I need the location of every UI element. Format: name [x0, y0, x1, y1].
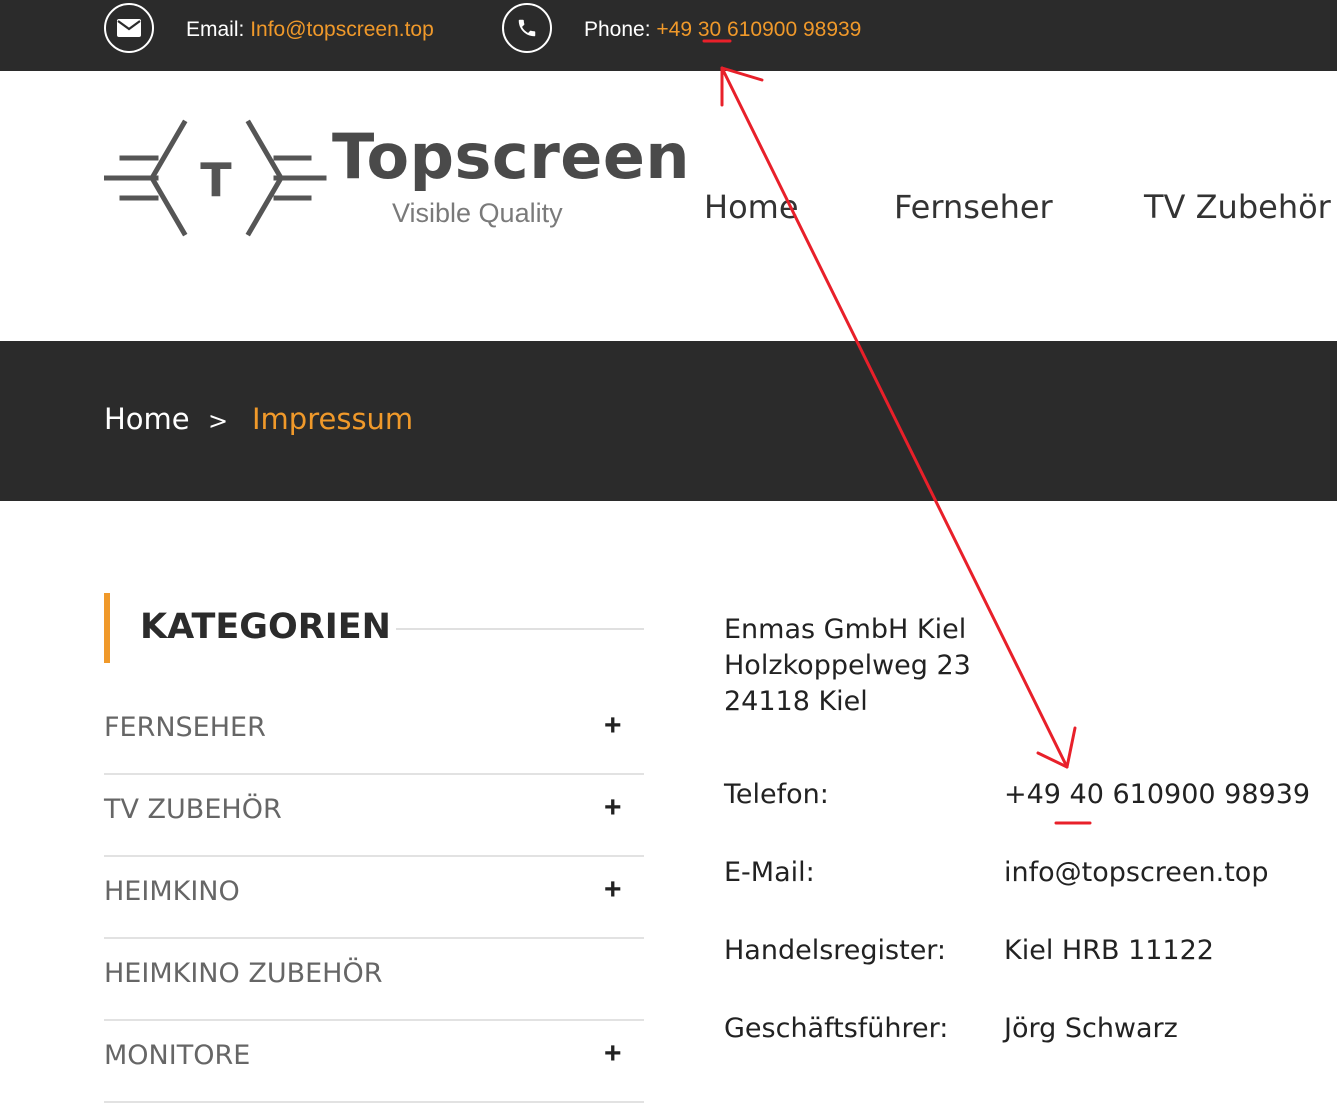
telefon-label: Telefon: — [724, 779, 829, 810]
register-label: Handelsregister: — [724, 935, 947, 966]
site-logo[interactable]: T Topscreen Visible Quality — [104, 118, 690, 243]
logo-monogram: T — [200, 153, 232, 207]
category-item-fernseher[interactable]: FERNSEHER + — [104, 693, 644, 775]
expand-plus-icon[interactable]: + — [604, 873, 622, 907]
category-label: HEIMKINO — [104, 876, 240, 907]
register-value: Kiel HRB 11122 — [1004, 935, 1214, 966]
category-item-heimkino-zubehoer[interactable]: HEIMKINO ZUBEHÖR — [104, 939, 644, 1021]
breadcrumb-current: Impressum — [252, 402, 414, 436]
telefon-value: +49 40 610900 98939 — [1004, 779, 1311, 810]
manager-value: Jörg Schwarz — [1004, 1013, 1178, 1044]
breadcrumb-separator: > — [208, 407, 229, 435]
expand-plus-icon[interactable]: + — [604, 791, 622, 825]
brand-name: Topscreen — [332, 120, 691, 193]
logo-mark-icon: T — [104, 119, 327, 237]
email-label: E-Mail: — [724, 857, 815, 888]
email-contact: Email: Info@topscreen.top — [186, 18, 434, 42]
company-name: Enmas GmbH Kiel — [724, 614, 967, 645]
category-heading: KATEGORIEN — [140, 607, 391, 647]
annotation-arrowhead-top — [720, 66, 764, 107]
expand-plus-icon[interactable]: + — [604, 1037, 622, 1071]
phone-prefix: Phone: — [584, 18, 657, 41]
email-value[interactable]: info@topscreen.top — [1004, 857, 1268, 888]
phone-icon — [502, 3, 552, 53]
breadcrumb-band — [0, 341, 1337, 501]
category-label: HEIMKINO ZUBEHÖR — [104, 958, 383, 989]
category-item-monitore[interactable]: MONITORE + — [104, 1021, 644, 1103]
brand-tagline: Visible Quality — [392, 198, 563, 228]
category-item-tv-zubehoer[interactable]: TV ZUBEHÖR + — [104, 775, 644, 857]
expand-plus-icon[interactable]: + — [604, 709, 622, 743]
category-item-heimkino[interactable]: HEIMKINO + — [104, 857, 644, 939]
annotation-arrowhead-bottom — [1036, 726, 1077, 769]
breadcrumb-home[interactable]: Home — [104, 402, 190, 436]
email-link[interactable]: Info@topscreen.top — [250, 18, 434, 41]
company-city: 24118 Kiel — [724, 686, 868, 717]
email-prefix: Email: — [186, 18, 251, 41]
category-label: FERNSEHER — [104, 712, 266, 743]
company-street: Holzkoppelweg 23 — [724, 650, 971, 681]
category-label: MONITORE — [104, 1040, 251, 1071]
category-label: TV ZUBEHÖR — [104, 794, 282, 825]
nav-fernseher[interactable]: Fernseher — [894, 188, 1053, 226]
category-accent-bar — [104, 593, 110, 663]
nav-home[interactable]: Home — [704, 188, 799, 226]
top-contact-bar: Email: Info@topscreen.top Phone: +49 30 … — [0, 0, 1337, 71]
phone-contact: Phone: +49 30 610900 98939 — [584, 18, 861, 42]
manager-label: Geschäftsführer: — [724, 1013, 949, 1044]
heading-divider — [396, 628, 644, 630]
phone-link[interactable]: +49 30 610900 98939 — [656, 18, 861, 41]
nav-tv-zubehoer[interactable]: TV Zubehör — [1144, 188, 1331, 226]
envelope-icon — [104, 3, 154, 53]
